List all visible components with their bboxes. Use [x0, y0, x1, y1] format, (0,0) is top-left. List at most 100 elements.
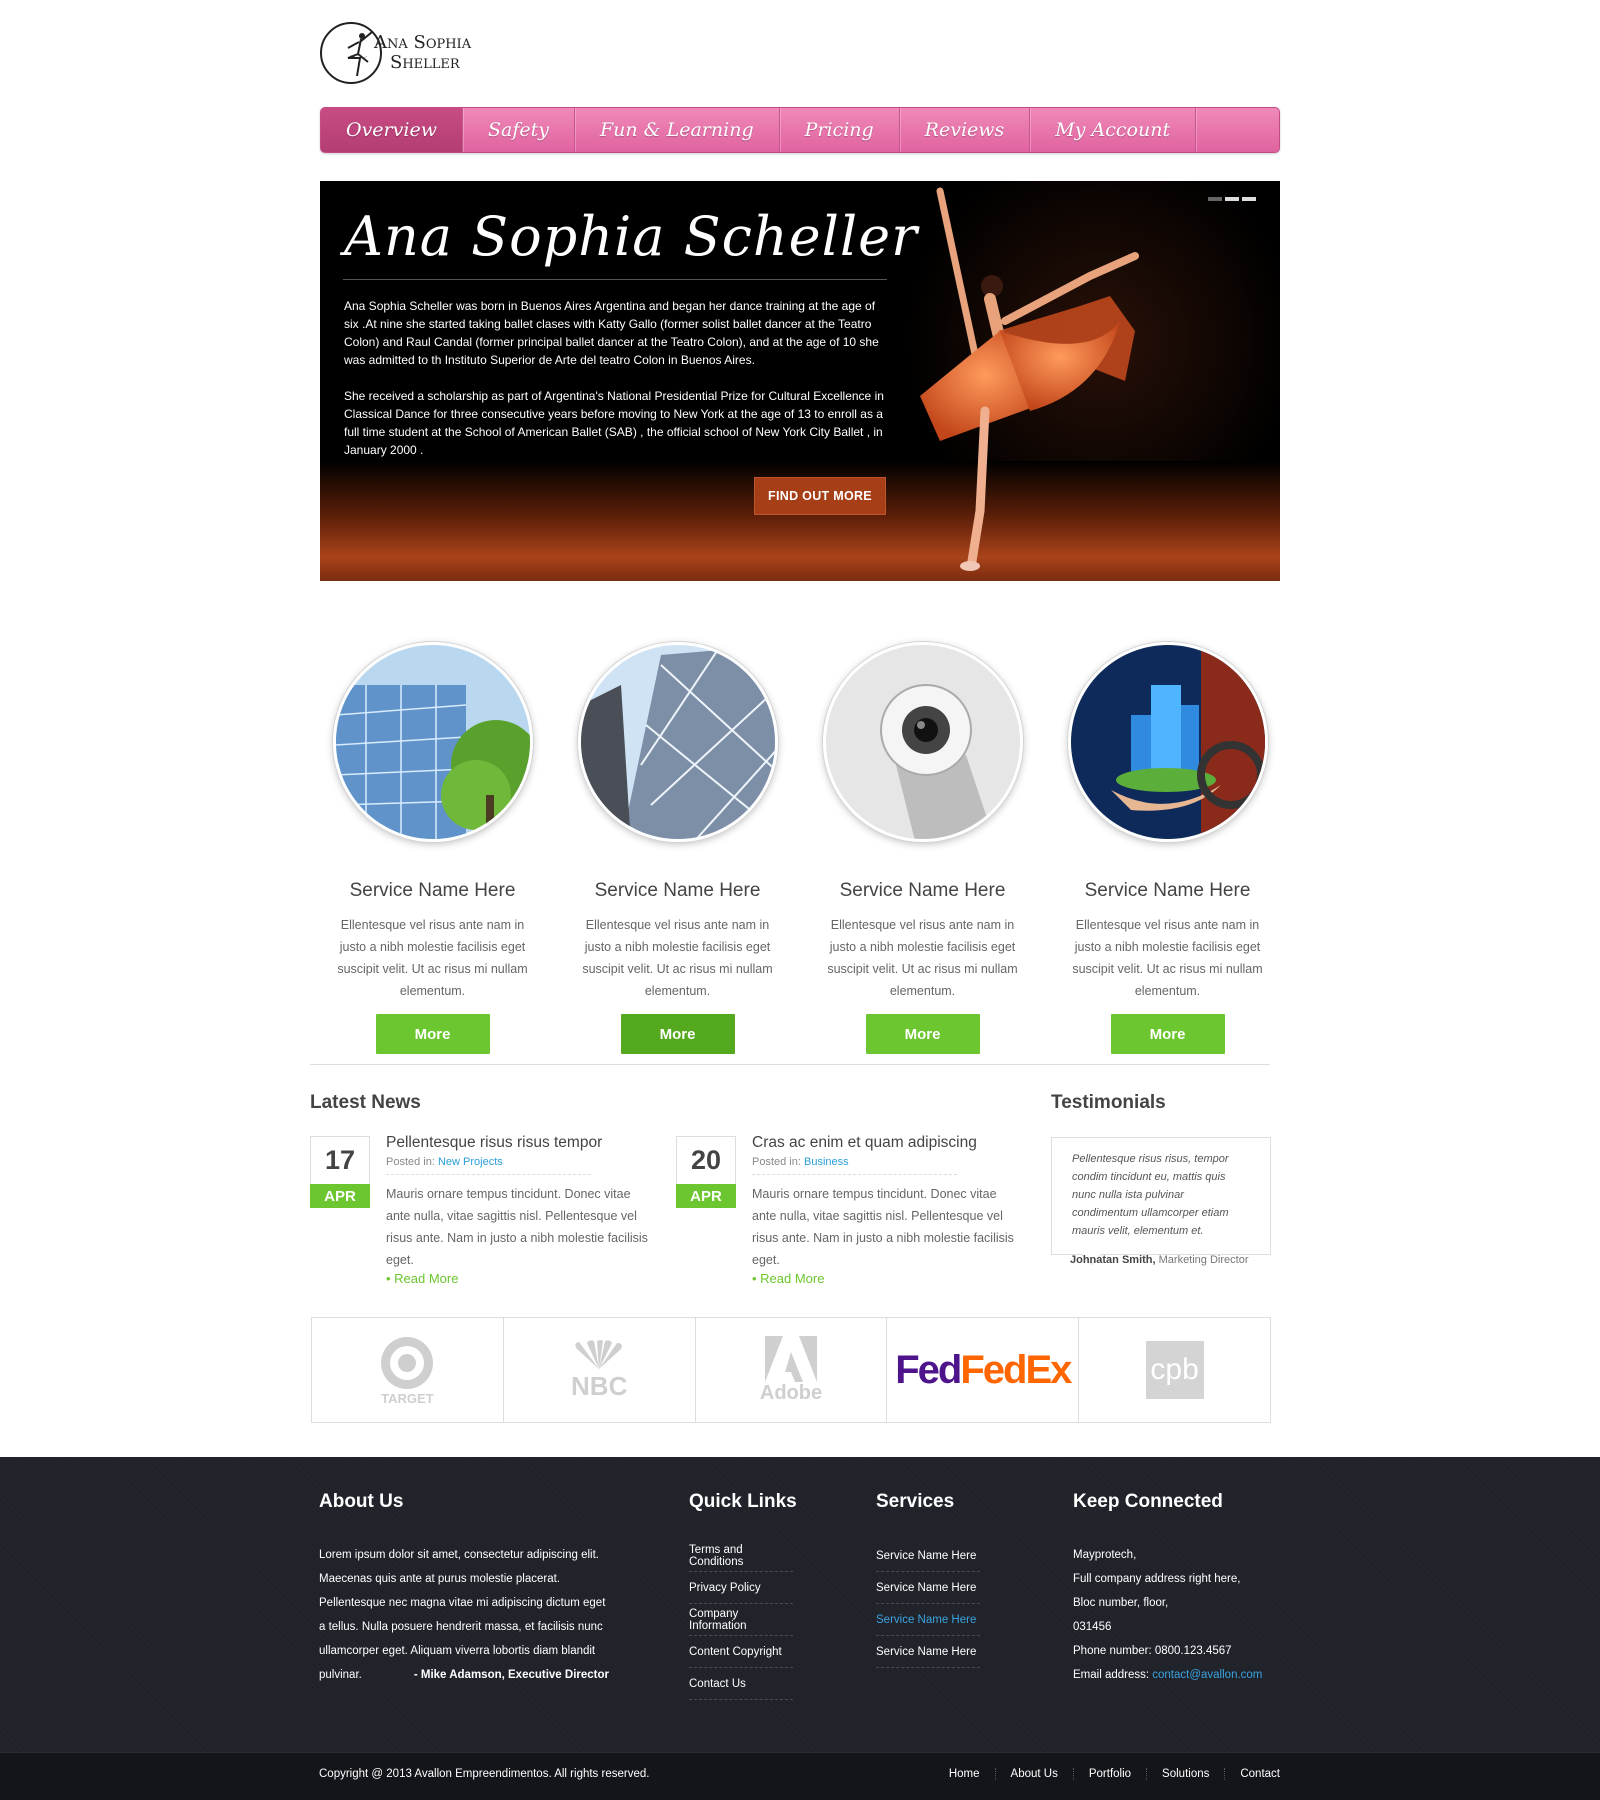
hero-description: Ana Sophia Scheller was born in Buenos A…: [344, 299, 884, 457]
main-nav: Overview Safety Fun & Learning Pricing R…: [320, 107, 1280, 153]
service-description: Ellentesque vel risus ante nam in justo …: [582, 918, 773, 998]
fedex-wordmark: FedEx: [960, 1347, 1072, 1392]
read-more-link[interactable]: • Read More: [752, 1271, 1016, 1286]
footer-connect-heading: Keep Connected: [1073, 1491, 1223, 1512]
service-image-glass-building: [332, 642, 533, 842]
slide-dot[interactable]: [1242, 197, 1256, 201]
footer-about-text: Lorem ipsum dolor sit amet, consectetur …: [319, 1549, 606, 1681]
news-title[interactable]: Cras ac enim et quam adipiscing: [752, 1134, 1016, 1152]
footer-link-privacy[interactable]: Privacy Policy: [689, 1572, 793, 1604]
footer-services-list: Service Name Here Service Name Here Serv…: [876, 1540, 980, 1668]
read-more-link[interactable]: • Read More: [386, 1271, 650, 1286]
bottom-link-portfolio[interactable]: Portfolio: [1072, 1768, 1146, 1780]
footer-quick-links-heading: Quick Links: [689, 1491, 797, 1512]
service-description: Ellentesque vel risus ante nam in justo …: [1072, 918, 1263, 998]
service-image-skyscraper: [577, 642, 778, 842]
ballerina-logo-icon: [320, 21, 382, 84]
testimonial-author: Johnatan Smith, Marketing Director: [1070, 1254, 1249, 1266]
date-day: 20: [676, 1136, 736, 1184]
ballerina-image: [920, 187, 1139, 571]
slide-dot[interactable]: [1225, 197, 1239, 201]
footer-email-link[interactable]: contact@avallon.com: [1152, 1669, 1262, 1681]
service-more-button[interactable]: More: [375, 1014, 490, 1054]
bottom-link-home[interactable]: Home: [934, 1768, 995, 1780]
service-description: Ellentesque vel risus ante nam in justo …: [827, 918, 1018, 998]
nav-my-account[interactable]: My Account: [1030, 108, 1197, 152]
footer-link-terms[interactable]: Terms and Conditions: [689, 1540, 793, 1572]
service-more-button[interactable]: More: [865, 1014, 980, 1054]
footer-link-contact[interactable]: Contact Us: [689, 1668, 793, 1700]
testimonials-heading: Testimonials: [1051, 1092, 1166, 1113]
nav-reviews[interactable]: Reviews: [900, 108, 1031, 152]
news-category-link[interactable]: New Projects: [438, 1156, 503, 1168]
services-section: Service Name Here Ellentesque vel risus …: [310, 642, 1290, 1054]
cpb-logo[interactable]: cpb: [1079, 1318, 1270, 1422]
service-card: Service Name Here Ellentesque vel risus …: [800, 642, 1045, 1054]
news-excerpt: Mauris ornare tempus tincidunt. Donec vi…: [752, 1187, 1014, 1267]
service-title: Service Name Here: [839, 880, 1006, 901]
footer-service-link[interactable]: Service Name Here: [876, 1604, 980, 1636]
slider-pagination: [1208, 197, 1256, 201]
footer-contact-info: Mayprotech, Full company address right h…: [1073, 1549, 1263, 1681]
bottom-link-about[interactable]: About Us: [994, 1768, 1073, 1780]
footer-about-heading: About Us: [319, 1491, 404, 1512]
hero-divider: [343, 279, 887, 280]
footer-link-copyright[interactable]: Content Copyright: [689, 1636, 793, 1668]
news-date: 20 APR: [676, 1136, 736, 1208]
footer-link-company-info[interactable]: Company Information: [689, 1604, 793, 1636]
nav-fun-learning[interactable]: Fun & Learning: [575, 108, 780, 152]
news-excerpt: Mauris ornare tempus tincidunt. Donec vi…: [386, 1187, 648, 1267]
quick-links-list: Terms and Conditions Privacy Policy Comp…: [689, 1540, 793, 1700]
news-meta: Posted in: Business: [752, 1156, 957, 1175]
bottom-bar: Copyright @ 2013 Avallon Empreendimentos…: [0, 1752, 1600, 1800]
footer-signature: - Mike Adamson, Executive Director: [413, 1669, 609, 1681]
bottom-nav: Home About Us Portfolio Solutions Contac…: [934, 1768, 1280, 1780]
service-image-security-camera: [822, 642, 1023, 842]
nav-overview[interactable]: Overview: [321, 108, 463, 152]
section-divider: [310, 1064, 1270, 1065]
nbc-logo[interactable]: NBC: [504, 1318, 696, 1422]
nav-pricing[interactable]: Pricing: [780, 108, 900, 152]
footer-services-heading: Services: [876, 1491, 955, 1512]
hero-slider: Ana Sophia Scheller Ana Sophia Scheller …: [320, 181, 1280, 581]
service-card: Service Name Here Ellentesque vel risus …: [555, 642, 800, 1054]
site-logo[interactable]: Ana Sophia Sheller: [320, 10, 500, 95]
news-date: 17 APR: [310, 1136, 370, 1208]
footer-service-link[interactable]: Service Name Here: [876, 1572, 980, 1604]
service-more-button[interactable]: More: [1110, 1014, 1225, 1054]
copyright-text: Copyright @ 2013 Avallon Empreendimentos…: [319, 1768, 650, 1780]
service-title: Service Name Here: [1084, 880, 1251, 901]
target-icon: [381, 1336, 434, 1389]
date-month: APR: [676, 1184, 736, 1208]
find-out-more-button[interactable]: FIND OUT MORE: [754, 477, 886, 515]
service-title: Service Name Here: [594, 880, 761, 901]
testimonial-quote: Pellentesque risus risus, tempor condim …: [1051, 1137, 1271, 1255]
latest-news-heading: Latest News: [310, 1092, 421, 1113]
slide-dot[interactable]: [1208, 197, 1222, 201]
news-title[interactable]: Pellentesque risus risus tempor: [386, 1134, 650, 1152]
news-category-link[interactable]: Business: [804, 1156, 849, 1168]
service-image-city-in-hand: [1067, 642, 1268, 842]
brand-name: Ana Sophia Sheller: [374, 31, 472, 73]
footer-service-link[interactable]: Service Name Here: [876, 1636, 980, 1668]
adobe-logo[interactable]: Adobe: [696, 1318, 888, 1422]
service-card: Service Name Here Ellentesque vel risus …: [310, 642, 555, 1054]
adobe-icon: [764, 1335, 817, 1382]
bottom-link-solutions[interactable]: Solutions: [1146, 1768, 1224, 1780]
nav-safety[interactable]: Safety: [463, 108, 575, 152]
service-title: Service Name Here: [349, 880, 516, 901]
peacock-icon: [575, 1339, 623, 1369]
client-logos: TARGET NBC Adobe FedFedEx cpb: [311, 1317, 1271, 1423]
hero-title: Ana Sophia Scheller: [344, 205, 918, 268]
news-meta: Posted in: New Projects: [386, 1156, 591, 1175]
date-month: APR: [310, 1184, 370, 1208]
service-more-button[interactable]: More: [620, 1014, 735, 1054]
footer-service-link[interactable]: Service Name Here: [876, 1540, 980, 1572]
service-card: Service Name Here Ellentesque vel risus …: [1045, 642, 1290, 1054]
bottom-link-contact[interactable]: Contact: [1224, 1768, 1280, 1780]
fedex-logo[interactable]: FedFedEx: [887, 1318, 1080, 1422]
service-description: Ellentesque vel risus ante nam in justo …: [337, 918, 528, 998]
footer: About Us Lorem ipsum dolor sit amet, con…: [0, 1457, 1600, 1752]
date-day: 17: [310, 1136, 370, 1184]
target-logo[interactable]: TARGET: [312, 1318, 504, 1422]
